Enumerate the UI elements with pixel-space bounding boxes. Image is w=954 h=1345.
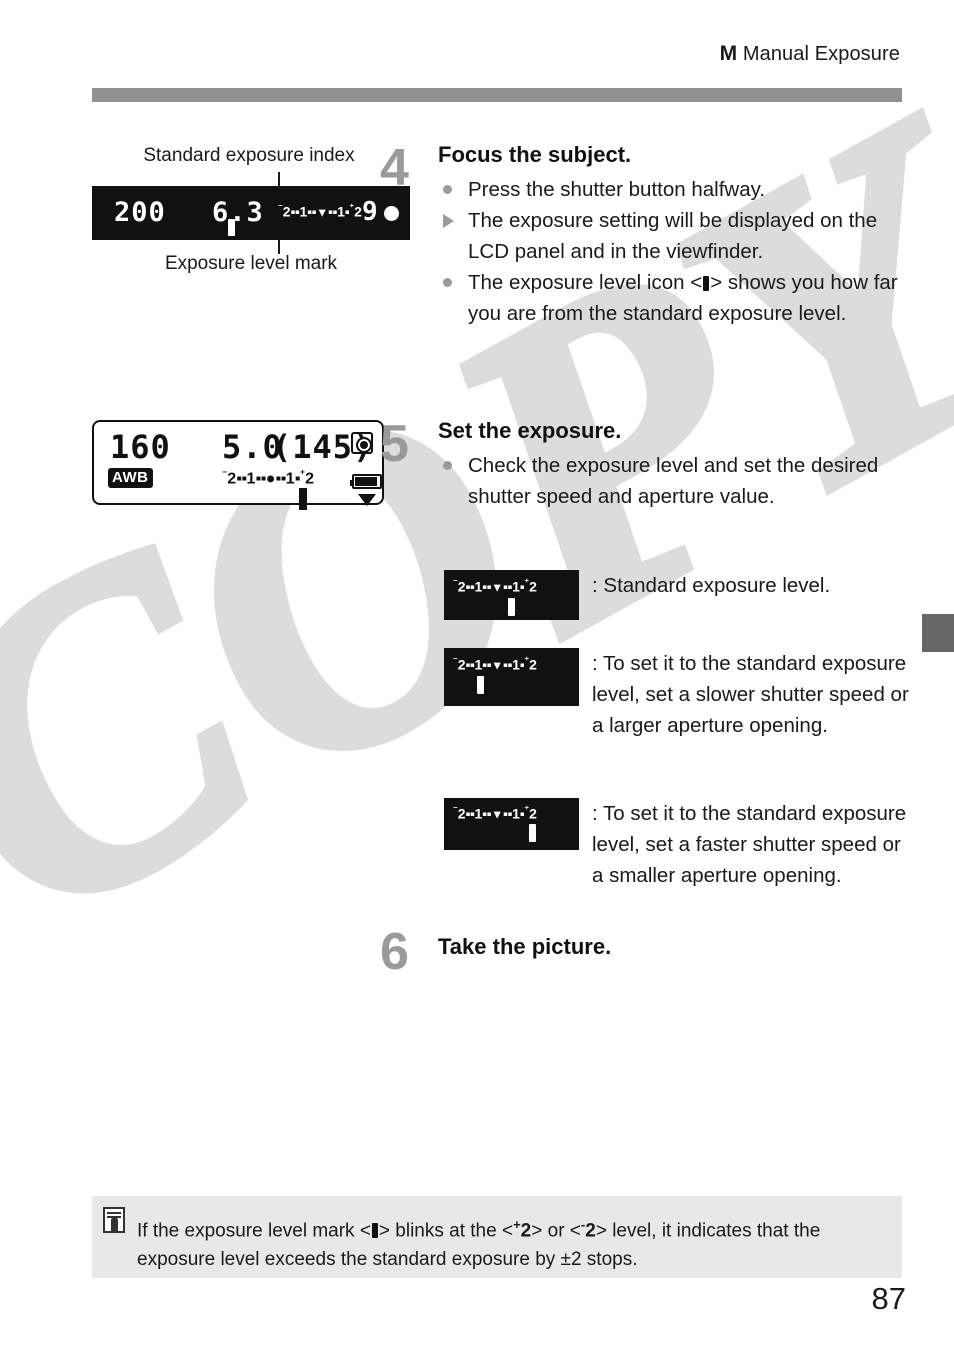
note-box: If the exposure level mark < > blinks at … bbox=[92, 1196, 902, 1278]
step-6-title: Take the picture. bbox=[438, 934, 612, 959]
example-text: : To set it to the standard exposure lev… bbox=[592, 802, 907, 887]
mode-letter: M bbox=[719, 42, 738, 65]
note-text-part1: If the exposure level mark < bbox=[137, 1220, 371, 1242]
step-5-bullets: Check the exposure level and set the des… bbox=[438, 450, 910, 512]
step-5: 5 Set the exposure. Check the exposure l… bbox=[380, 418, 910, 512]
viewfinder-display: 200 6.3 ⁻2▪▪1▪▪▼▪▪1▪⁺2 9 bbox=[92, 186, 410, 240]
viewfinder-figure: Standard exposure index bbox=[92, 145, 412, 167]
page-number: 87 bbox=[871, 1281, 906, 1316]
evaluative-metering-icon bbox=[351, 432, 373, 454]
step-5-number: 5 bbox=[380, 415, 409, 473]
list-item: Check the exposure level and set the des… bbox=[438, 450, 910, 512]
thumbnail-scale: ⁻2▪▪1▪▪▼▪▪1▪⁺2 bbox=[453, 577, 537, 595]
note-text: If the exposure level mark < > blinks at … bbox=[137, 1210, 886, 1274]
example-text: : To set it to the standard exposure lev… bbox=[592, 652, 909, 737]
bullet-text: Press the shutter button halfway. bbox=[468, 178, 766, 201]
step-6: 6 Take the picture. bbox=[380, 926, 910, 978]
viewfinder-exposure-level-mark bbox=[228, 219, 235, 236]
header-rule bbox=[92, 88, 902, 102]
step-5-title: Set the exposure. bbox=[438, 418, 622, 443]
exposure-level-mark-icon bbox=[371, 1223, 378, 1239]
lcd-exposure-level-mark bbox=[299, 488, 307, 510]
note-pencil-icon bbox=[103, 1207, 125, 1233]
list-item: The exposure setting will be displayed o… bbox=[438, 205, 910, 267]
header-title-text: Manual Exposure bbox=[742, 43, 900, 65]
thumbnail-exposure-mark bbox=[529, 824, 536, 842]
thumbnail-exposure-mark bbox=[477, 676, 484, 694]
note-text-part3: > or < bbox=[531, 1220, 581, 1242]
exposure-thumbnail-standard: ⁻2▪▪1▪▪▼▪▪1▪⁺2 bbox=[444, 570, 579, 620]
example-row-standard: ⁻2▪▪1▪▪▼▪▪1▪⁺2 : Standard exposure level… bbox=[444, 570, 914, 628]
manual-page: M Manual Exposure Standard exposure inde… bbox=[0, 0, 954, 1345]
standard-exposure-index-label: Standard exposure index bbox=[143, 145, 355, 166]
thumbnail-exposure-mark bbox=[508, 598, 515, 616]
step-4-title: Focus the subject. bbox=[438, 142, 632, 167]
note-minus-level: 2 bbox=[585, 1220, 596, 1242]
viewfinder-burst-count: 9 bbox=[362, 197, 379, 227]
note-plus-sign: + bbox=[513, 1217, 521, 1232]
bullet-triangle-icon bbox=[443, 214, 454, 228]
header-title: M Manual Exposure bbox=[0, 42, 954, 66]
note-plus-level: 2 bbox=[520, 1220, 532, 1242]
lcd-panel-figure: 160 AWB 5.0 (145) ⁻2▪▪1▪▪●▪▪1▪⁺2 bbox=[92, 420, 384, 510]
list-item: Press the shutter button halfway. bbox=[438, 174, 910, 205]
page-header: M Manual Exposure bbox=[0, 42, 954, 102]
viewfinder-shutter-speed: 200 bbox=[114, 197, 166, 228]
bullet-text: Check the exposure level and set the des… bbox=[468, 454, 879, 508]
example-text: : Standard exposure level. bbox=[592, 574, 831, 597]
bullet-text-before: The exposure level icon < bbox=[468, 271, 703, 294]
example-row-underexposed: ⁻2▪▪1▪▪▼▪▪1▪⁺2 : To set it to the standa… bbox=[444, 648, 914, 778]
lcd-white-balance-badge: AWB bbox=[108, 468, 153, 488]
exposure-examples: ⁻2▪▪1▪▪▼▪▪1▪⁺2 : Standard exposure level… bbox=[444, 570, 914, 948]
step-4-bullets: Press the shutter button halfway. The ex… bbox=[438, 174, 910, 329]
step-6-number: 6 bbox=[380, 923, 409, 981]
step-4: 4 Focus the subject. Press the shutter b… bbox=[380, 142, 910, 329]
viewfinder-aperture: 6.3 bbox=[212, 197, 264, 228]
example-row-overexposed: ⁻2▪▪1▪▪▼▪▪1▪⁺2 : To set it to the standa… bbox=[444, 798, 914, 928]
bullet-dot-icon bbox=[443, 278, 452, 287]
chapter-edge-tab bbox=[922, 614, 954, 652]
bullet-text: The exposure setting will be displayed o… bbox=[468, 209, 878, 263]
exposure-level-mark-label: Exposure level mark bbox=[164, 253, 338, 274]
bullet-dot-icon bbox=[443, 461, 452, 470]
lcd-down-triangle-icon bbox=[358, 494, 376, 506]
step-4-number: 4 bbox=[380, 139, 409, 197]
lcd-shutter-speed: 160 bbox=[110, 428, 171, 466]
thumbnail-scale: ⁻2▪▪1▪▪▼▪▪1▪⁺2 bbox=[453, 655, 537, 673]
viewfinder-exposure-scale: ⁻2▪▪1▪▪▼▪▪1▪⁺2 bbox=[278, 202, 362, 220]
exposure-thumbnail-overexposed: ⁻2▪▪1▪▪▼▪▪1▪⁺2 bbox=[444, 798, 579, 850]
exposure-thumbnail-underexposed: ⁻2▪▪1▪▪▼▪▪1▪⁺2 bbox=[444, 648, 579, 706]
leader-line-bottom bbox=[278, 240, 280, 254]
list-item: The exposure level icon < > shows you how… bbox=[438, 267, 910, 329]
bullet-dot-icon bbox=[443, 185, 452, 194]
exposure-level-mark-icon bbox=[703, 276, 710, 291]
thumbnail-scale: ⁻2▪▪1▪▪▼▪▪1▪⁺2 bbox=[453, 804, 537, 822]
lcd-exposure-scale: ⁻2▪▪1▪▪●▪▪1▪⁺2 bbox=[222, 469, 315, 488]
note-text-part2: > blinks at the < bbox=[378, 1220, 514, 1242]
battery-icon bbox=[350, 474, 382, 489]
